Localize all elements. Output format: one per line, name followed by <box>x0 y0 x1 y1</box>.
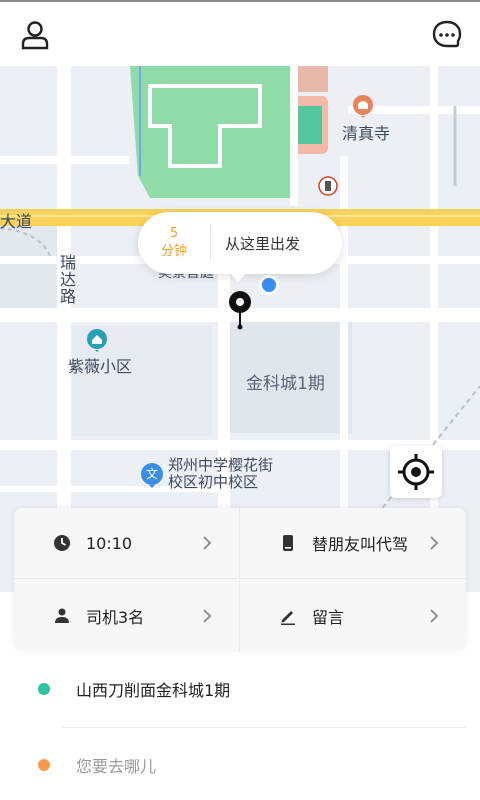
building-poi-icon[interactable] <box>318 176 338 196</box>
pickup-dot-icon <box>38 683 50 695</box>
chevron-right-icon <box>430 608 439 623</box>
poi-label-qingzhensi: 清真寺 <box>342 124 391 143</box>
note-option[interactable]: 留言 <box>240 580 466 651</box>
drivers-option[interactable]: 司机3名 <box>14 580 240 651</box>
school-poi-icon[interactable]: 文 <box>140 462 164 488</box>
eta-unit: 分钟 <box>160 244 187 259</box>
road-label-dadao: 大道 <box>0 212 33 231</box>
chevron-right-icon <box>203 536 212 550</box>
depart-here-label: 从这里出发 <box>225 234 301 253</box>
driver-person-icon <box>55 608 69 623</box>
order-options-card: 10:10 替朋友叫代驾 司机3名 留言 <box>14 508 466 651</box>
locate-button[interactable] <box>390 446 442 498</box>
chevron-right-icon <box>430 536 439 550</box>
poi-label-school: 郑州中学樱花街 校区初中校区 <box>168 456 274 491</box>
residence-poi-icon[interactable] <box>86 328 108 352</box>
user-icon[interactable] <box>18 18 52 52</box>
eta-box: 5 分钟 <box>138 225 211 261</box>
for-friend-label: 替朋友叫代驾 <box>312 535 409 554</box>
pickup-address-row[interactable]: 山西刀削面金科城1期 <box>14 654 466 724</box>
note-label: 留言 <box>312 607 345 627</box>
pickup-pin-icon[interactable] <box>228 290 252 330</box>
road-label-ruida: 瑞达路 <box>57 254 76 305</box>
mosque-poi-icon[interactable] <box>352 94 374 118</box>
time-label: 10:10 <box>86 533 133 553</box>
destination-address-row[interactable]: 您要去哪儿 <box>14 730 466 800</box>
phone-icon <box>283 535 293 551</box>
poi-label-ziwei: 紫薇小区 <box>68 357 133 376</box>
svg-text:文: 文 <box>146 466 158 481</box>
pickup-bubble[interactable]: 5 分钟 从这里出发 <box>138 212 342 282</box>
district-label-jinkecheng: 金科城1期 <box>246 374 325 394</box>
current-location-dot-icon <box>259 275 279 295</box>
clock-icon <box>54 535 70 551</box>
eta-number: 5 <box>169 226 179 241</box>
for-friend-option[interactable]: 替朋友叫代驾 <box>240 508 466 579</box>
pencil-icon <box>281 610 295 625</box>
chat-bubble-icon[interactable] <box>430 18 464 52</box>
destination-placeholder: 您要去哪儿 <box>76 757 157 776</box>
drivers-label: 司机3名 <box>86 607 145 627</box>
crosshair-icon <box>398 454 434 490</box>
destination-dot-icon <box>38 759 50 771</box>
chevron-right-icon <box>203 608 212 623</box>
top-bar <box>0 0 480 66</box>
address-divider <box>62 727 466 728</box>
time-option[interactable]: 10:10 <box>14 508 240 579</box>
pickup-address-text: 山西刀削面金科城1期 <box>76 681 231 700</box>
